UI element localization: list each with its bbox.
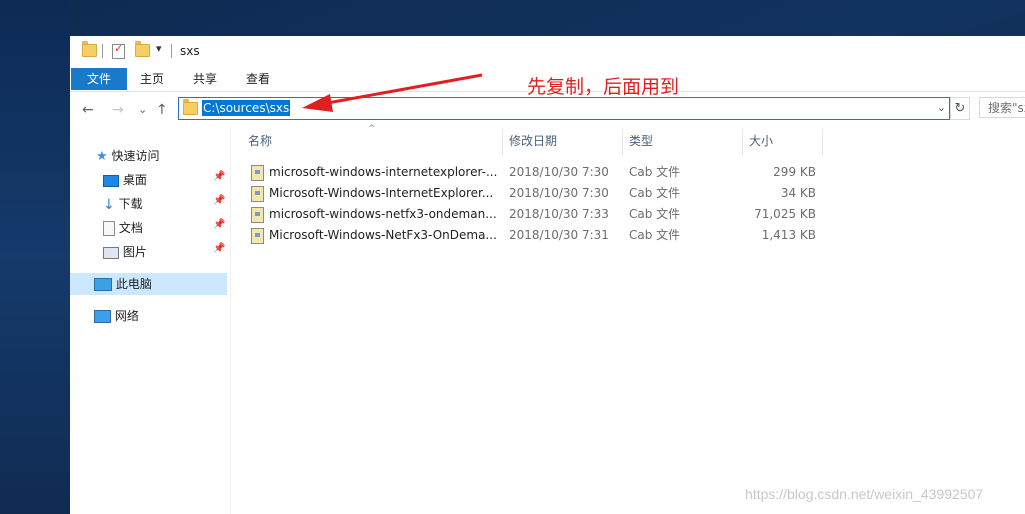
new-folder-icon[interactable] [135, 41, 150, 57]
back-button[interactable]: ← [82, 102, 94, 118]
file-type: Cab 文件 [629, 165, 681, 179]
file-type: Cab 文件 [629, 228, 681, 242]
column-header-name[interactable]: 名称 [248, 127, 272, 155]
file-size: 71,025 KB [754, 207, 816, 221]
file-modified: 2018/10/30 7:31 [509, 228, 609, 242]
title-bar: ▾ sxs [70, 36, 1025, 67]
picture-icon [103, 246, 119, 259]
file-type: Cab 文件 [629, 186, 681, 200]
tab-file[interactable]: 文件 [71, 68, 127, 90]
properties-icon[interactable] [112, 42, 125, 59]
pin-icon[interactable]: 📌 [213, 243, 225, 254]
search-input[interactable]: 搜索"sxs" [979, 97, 1025, 118]
column-header-type[interactable]: 类型 [629, 127, 653, 155]
nav-label: 网络 [114, 309, 139, 323]
file-row[interactable]: Microsoft-Windows-NetFx3-OnDema... 2018/… [247, 225, 827, 246]
nav-label: 图片 [122, 245, 147, 259]
file-modified: 2018/10/30 7:30 [509, 186, 609, 200]
nav-label: 桌面 [122, 173, 147, 187]
tab-share[interactable]: 共享 [193, 68, 217, 90]
computer-icon [94, 278, 112, 291]
file-name: Microsoft-Windows-NetFx3-OnDema... [269, 228, 497, 242]
navigation-pane: ★ 快速访问 桌面 ↓ 下载 文档 图片 📌 📌 📌 📌 此电脑 网络 [70, 127, 231, 514]
nav-item-this-pc[interactable]: 此电脑 [70, 273, 227, 295]
cab-file-icon [251, 228, 264, 244]
toolbar-divider [171, 44, 172, 58]
star-icon: ★ [96, 149, 108, 164]
address-dropdown-button[interactable]: ⌄ [937, 101, 946, 114]
cab-file-icon [251, 165, 264, 181]
annotation-text: 先复制，后面用到 [527, 76, 680, 98]
column-divider[interactable] [502, 129, 503, 155]
folder-icon [82, 41, 97, 57]
file-modified: 2018/10/30 7:33 [509, 207, 609, 221]
file-name: microsoft-windows-internetexplorer-... [269, 165, 497, 179]
pin-icon[interactable]: 📌 [213, 171, 225, 182]
pin-icon[interactable]: 📌 [213, 219, 225, 230]
document-icon [103, 221, 115, 236]
nav-quick-access[interactable]: ★ 快速访问 [96, 145, 160, 167]
file-name: microsoft-windows-netfx3-ondeman... [269, 207, 497, 221]
file-row[interactable]: Microsoft-Windows-InternetExplorer... 20… [247, 183, 827, 204]
nav-item-desktop[interactable]: 桌面 [103, 169, 230, 191]
toolbar-divider [102, 44, 103, 58]
customize-quick-access-button[interactable]: ▾ [156, 42, 162, 55]
address-bar[interactable]: C:\sources\sxs ⌄ [178, 97, 950, 120]
window-title: sxs [180, 44, 200, 58]
column-header-modified[interactable]: 修改日期 [509, 127, 557, 155]
file-explorer-window: ▾ sxs 文件 主页 共享 查看 ← → ⌄ ↑ C:\sources\sxs… [70, 36, 1025, 514]
file-size: 1,413 KB [761, 228, 816, 242]
forward-button[interactable]: → [112, 102, 124, 118]
folder-icon [183, 99, 198, 115]
file-modified: 2018/10/30 7:30 [509, 165, 609, 179]
column-header-size[interactable]: 大小 [749, 127, 773, 155]
nav-label: 此电脑 [115, 277, 152, 291]
nav-label: 下载 [118, 197, 143, 211]
file-list: ^ 名称 修改日期 类型 大小 microsoft-windows-intern… [231, 124, 1025, 514]
download-icon: ↓ [103, 196, 115, 213]
file-size: 299 KB [773, 165, 816, 179]
column-divider[interactable] [622, 129, 623, 155]
file-name: Microsoft-Windows-InternetExplorer... [269, 186, 494, 200]
up-button[interactable]: ↑ [156, 102, 168, 118]
desktop-background [0, 0, 70, 514]
pin-icon[interactable]: 📌 [213, 195, 225, 206]
address-path[interactable]: C:\sources\sxs [202, 100, 291, 116]
refresh-button[interactable]: ↻ [950, 97, 970, 120]
file-row[interactable]: microsoft-windows-netfx3-ondeman... 2018… [247, 204, 827, 225]
watermark: https://blog.csdn.net/weixin_43992507 [745, 486, 984, 502]
column-divider[interactable] [822, 129, 823, 155]
nav-label: 文档 [118, 221, 143, 235]
cab-file-icon [251, 186, 264, 202]
cab-file-icon [251, 207, 264, 223]
column-divider[interactable] [742, 129, 743, 155]
nav-label: 快速访问 [111, 149, 160, 163]
nav-item-network[interactable]: 网络 [94, 305, 139, 327]
file-row[interactable]: microsoft-windows-internetexplorer-... 2… [247, 162, 827, 183]
file-type: Cab 文件 [629, 207, 681, 221]
file-size: 34 KB [780, 186, 816, 200]
nav-item-pictures[interactable]: 图片 [103, 241, 230, 263]
network-icon [94, 310, 111, 323]
tab-home[interactable]: 主页 [140, 68, 164, 90]
sort-ascending-icon: ^ [368, 124, 376, 134]
desktop-icon [103, 174, 119, 187]
recent-locations-button[interactable]: ⌄ [138, 103, 147, 116]
tab-view[interactable]: 查看 [246, 68, 270, 90]
nav-item-documents[interactable]: 文档 [103, 217, 230, 239]
nav-item-downloads[interactable]: ↓ 下载 [103, 193, 230, 215]
